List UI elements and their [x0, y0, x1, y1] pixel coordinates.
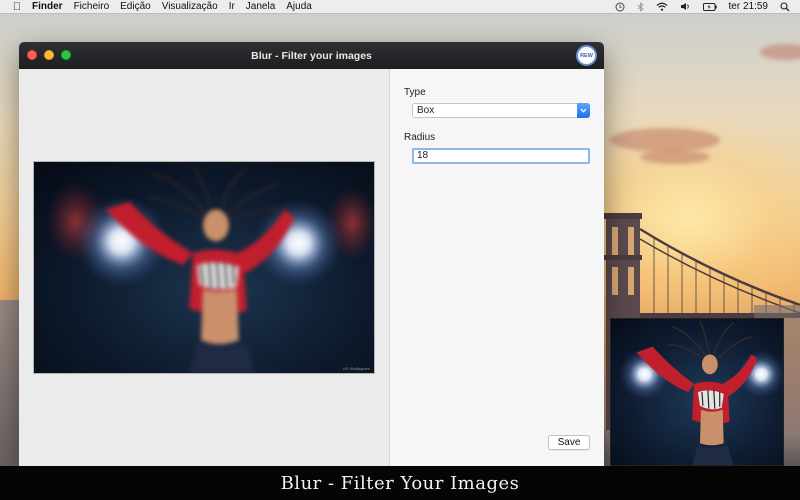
- maximize-window-button[interactable]: [61, 50, 71, 60]
- radius-input[interactable]: 18: [412, 148, 590, 164]
- type-select-value: Box: [417, 105, 435, 116]
- menu-edicao[interactable]: Edição: [120, 1, 151, 12]
- type-select[interactable]: Box: [412, 103, 590, 118]
- save-button[interactable]: Save: [548, 435, 590, 450]
- dancer-original-illustration: [618, 320, 783, 465]
- cloud: [760, 44, 800, 60]
- cloud: [610, 128, 720, 152]
- radius-input-value: 18: [417, 150, 429, 161]
- menu-ficheiro[interactable]: Ficheiro: [74, 1, 110, 12]
- minimize-window-button[interactable]: [44, 50, 54, 60]
- menu-visualizacao[interactable]: Visualização: [162, 1, 218, 12]
- window-title: Blur - Filter your images: [251, 49, 372, 62]
- chevron-down-icon[interactable]: [577, 103, 590, 118]
- menu-ajuda[interactable]: Ajuda: [286, 1, 312, 12]
- rew-badge-icon[interactable]: REW: [576, 45, 597, 66]
- window-content: HD Wallpapers Type Box Radius 18 Save: [19, 69, 604, 466]
- preview-pane: HD Wallpapers: [19, 69, 389, 466]
- time-machine-icon[interactable]: [615, 2, 625, 12]
- menu-ir[interactable]: Ir: [229, 1, 235, 12]
- menu-app-finder[interactable]: Finder: [32, 1, 63, 12]
- city-skyline: [0, 300, 20, 466]
- menu-clock[interactable]: ter 21:59: [729, 1, 768, 12]
- bluetooth-icon[interactable]: [637, 1, 644, 12]
- battery-icon[interactable]: [702, 2, 717, 11]
- close-window-button[interactable]: [27, 50, 37, 60]
- apple-icon[interactable]: : [10, 1, 24, 13]
- menu-bar:  Finder Ficheiro Edição Visualização Ir…: [0, 0, 800, 14]
- volume-icon[interactable]: [680, 2, 691, 11]
- menu-janela[interactable]: Janela: [246, 1, 275, 12]
- image-watermark: HD Wallpapers: [343, 366, 370, 371]
- title-bar[interactable]: Blur - Filter your images REW: [19, 42, 604, 69]
- promo-caption: Blur - Filter Your Images: [0, 466, 800, 500]
- search-icon[interactable]: [780, 1, 790, 12]
- radius-label: Radius: [404, 132, 436, 143]
- wifi-icon[interactable]: [656, 2, 668, 11]
- blurred-image-preview[interactable]: HD Wallpapers: [33, 161, 375, 374]
- app-window: Blur - Filter your images REW HD Wallpap…: [19, 42, 604, 466]
- type-label: Type: [404, 87, 426, 98]
- status-area: ter 21:59: [603, 1, 790, 12]
- settings-pane: Type Box Radius 18 Save: [389, 69, 604, 466]
- window-controls: [27, 50, 71, 60]
- cloud: [640, 150, 710, 164]
- dancer-illustration: [45, 165, 374, 373]
- original-image-thumbnail: [610, 318, 784, 466]
